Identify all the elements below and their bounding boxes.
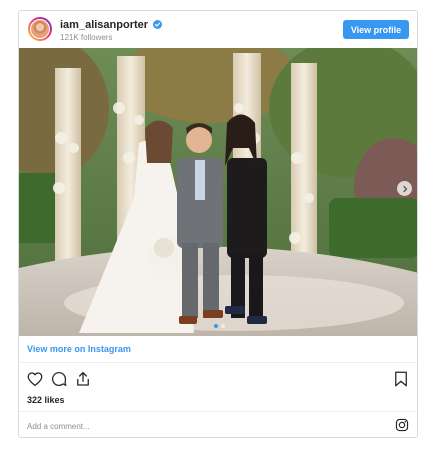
chevron-right-icon	[402, 185, 407, 192]
verified-badge-icon	[153, 20, 163, 29]
next-slide-button[interactable]	[397, 181, 412, 196]
like-count[interactable]: 322 likes	[27, 395, 65, 405]
action-bar	[19, 370, 417, 392]
instagram-icon[interactable]	[395, 418, 409, 432]
carousel-dot-active[interactable]	[213, 324, 218, 328]
heart-icon[interactable]	[26, 370, 44, 388]
wedding-photo-image	[19, 48, 417, 336]
instagram-embed-card: iam_alisanporter 121K followers View pro…	[18, 10, 418, 438]
post-photo[interactable]	[19, 48, 417, 336]
username-line[interactable]: iam_alisanporter	[60, 19, 163, 31]
comment-icon[interactable]	[50, 370, 68, 388]
bookmark-icon[interactable]	[392, 370, 410, 388]
carousel-dot[interactable]	[220, 324, 225, 328]
comment-bar	[19, 411, 417, 437]
share-icon[interactable]	[74, 370, 92, 388]
view-profile-button[interactable]: View profile	[343, 20, 409, 39]
post-header: iam_alisanporter 121K followers View pro…	[19, 11, 417, 48]
avatar[interactable]	[28, 17, 52, 41]
avatar-image	[30, 19, 50, 39]
username[interactable]: iam_alisanporter	[60, 19, 148, 31]
comment-input[interactable]	[27, 419, 367, 433]
view-more-link[interactable]: View more on Instagram	[19, 336, 417, 363]
carousel-dots	[19, 324, 417, 328]
follower-count: 121K followers	[60, 33, 113, 42]
